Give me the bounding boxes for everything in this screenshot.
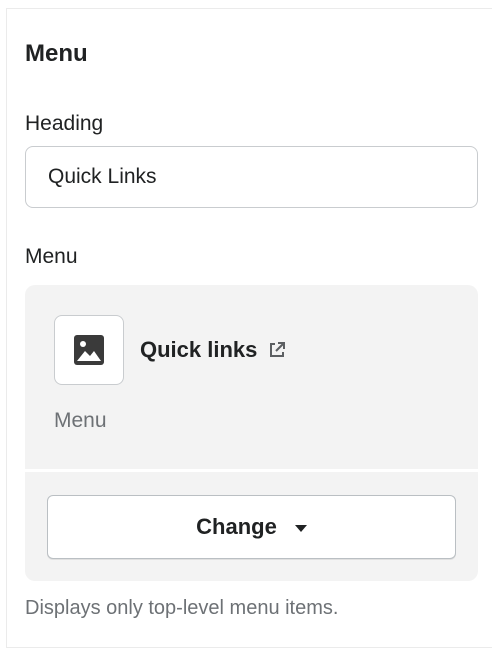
section-title: Menu	[25, 40, 88, 67]
menu-thumbnail	[54, 315, 124, 385]
menu-name-link[interactable]: Quick links	[140, 335, 287, 365]
menu-help-text: Displays only top-level menu items.	[25, 597, 339, 619]
heading-input[interactable]	[25, 146, 478, 208]
selected-menu-details: Quick links Menu	[25, 285, 478, 469]
card-divider	[25, 469, 478, 472]
menu-type-label: Menu	[54, 409, 107, 432]
selected-menu-card: Quick links Menu Change	[25, 285, 478, 581]
change-menu-button[interactable]: Change	[47, 495, 456, 559]
caret-down-icon	[294, 524, 307, 532]
image-icon	[74, 335, 104, 365]
menu-label: Menu	[25, 245, 78, 268]
menu-name: Quick links	[140, 337, 258, 362]
change-button-label: Change	[196, 514, 277, 539]
menu-settings-panel: Menu Heading Menu Quick links	[6, 8, 492, 648]
heading-label: Heading	[25, 112, 104, 135]
external-link-icon	[267, 340, 287, 360]
